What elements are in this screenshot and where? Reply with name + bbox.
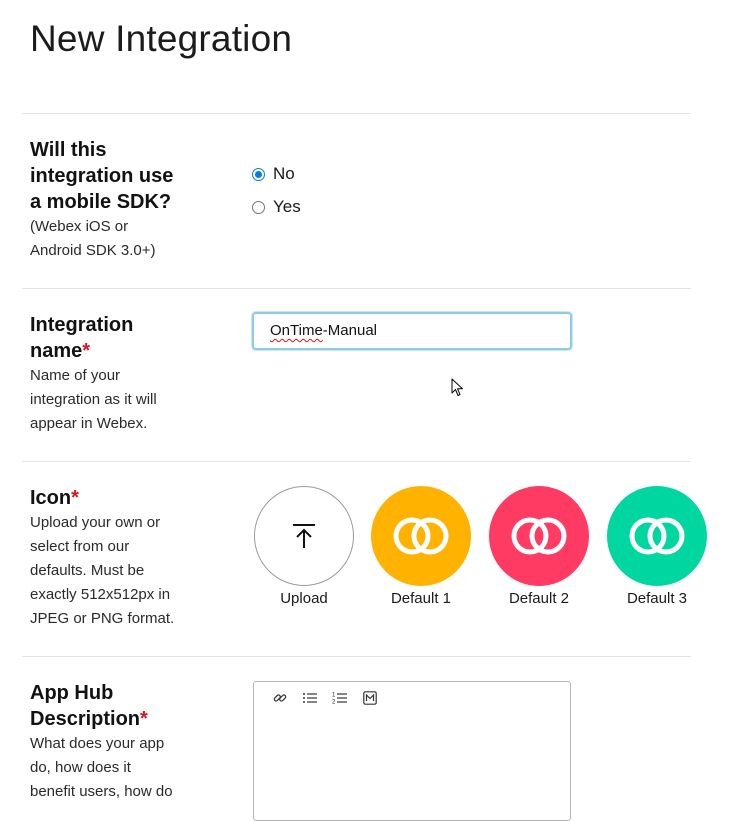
section-divider — [22, 113, 691, 114]
mobile-sdk-heading: Will this integration use a mobile SDK? — [30, 139, 174, 213]
radio-no-label[interactable]: No — [273, 164, 295, 184]
default-icon-1-caption: Default 1 — [390, 590, 452, 607]
default-icon-2-circle[interactable] — [489, 486, 589, 586]
integration-name-input[interactable]: OnTime-Manual — [252, 312, 572, 350]
linked-rings-icon — [393, 517, 449, 555]
bulleted-list-icon[interactable] — [302, 690, 318, 706]
default-icon-2-caption: Default 2 — [508, 590, 570, 607]
radio-no-button[interactable] — [252, 167, 265, 181]
integration-name-label-block: Integration name* Name of your integrati… — [30, 312, 210, 436]
page-title: New Integration — [30, 18, 293, 59]
svg-text:2: 2 — [332, 700, 336, 706]
upload-caption: Upload — [280, 590, 328, 607]
icon-help: Upload your own or select from our defau… — [30, 514, 175, 627]
default-icon-3-circle[interactable] — [607, 486, 707, 586]
default-icon-3-caption: Default 3 — [626, 590, 688, 607]
upload-icon-option[interactable]: Upload — [253, 486, 355, 607]
integration-name-value-rest: -Manual — [322, 322, 377, 339]
integration-name-heading: Integration name* — [30, 312, 170, 364]
default-icon-option-3[interactable]: Default 3 — [606, 486, 708, 607]
numbered-list-icon[interactable]: 1 2 — [332, 690, 348, 706]
required-asterisk: * — [71, 487, 79, 509]
spellcheck-flagged-word: OnTime — [270, 322, 323, 339]
icon-heading: Icon* — [30, 485, 210, 511]
app-hub-label-block: App Hub Description* What does your app … — [30, 680, 210, 804]
upload-arrow-icon — [293, 524, 315, 548]
radio-option-no[interactable]: No — [252, 164, 295, 184]
required-asterisk: * — [82, 340, 91, 362]
linked-rings-icon — [629, 517, 685, 555]
section-divider — [22, 288, 691, 289]
editor-toolbar: 1 2 — [272, 690, 378, 706]
integration-name-help: Name of your integration as it will appe… — [30, 367, 157, 432]
radio-yes-label[interactable]: Yes — [273, 197, 301, 217]
app-hub-description-editor[interactable]: 1 2 — [253, 681, 571, 821]
default-icon-option-2[interactable]: Default 2 — [488, 486, 590, 607]
icon-label-block: Icon* Upload your own or select from our… — [30, 485, 210, 631]
radio-option-yes[interactable]: Yes — [252, 197, 301, 217]
link-icon[interactable] — [272, 690, 288, 706]
app-hub-heading: App Hub Description* — [30, 680, 160, 732]
mobile-sdk-help: (Webex iOS or Android SDK 3.0+) — [30, 218, 156, 259]
default-icon-option-1[interactable]: Default 1 — [370, 486, 472, 607]
linked-rings-icon — [511, 517, 567, 555]
svg-text:1: 1 — [332, 693, 336, 699]
app-hub-heading-text: App Hub Description — [30, 682, 141, 730]
radio-yes-button[interactable] — [252, 200, 265, 214]
mouse-pointer-icon — [451, 378, 463, 396]
mobile-sdk-label-block: Will this integration use a mobile SDK? … — [30, 137, 210, 263]
section-divider — [22, 461, 691, 462]
upload-button[interactable] — [254, 486, 354, 586]
markdown-icon[interactable] — [362, 690, 378, 706]
icon-heading-text: Icon — [30, 487, 72, 509]
required-asterisk: * — [140, 708, 148, 730]
app-hub-help: What does your app do, how does it benef… — [30, 735, 173, 800]
section-divider — [22, 656, 691, 657]
default-icon-1-circle[interactable] — [371, 486, 471, 586]
